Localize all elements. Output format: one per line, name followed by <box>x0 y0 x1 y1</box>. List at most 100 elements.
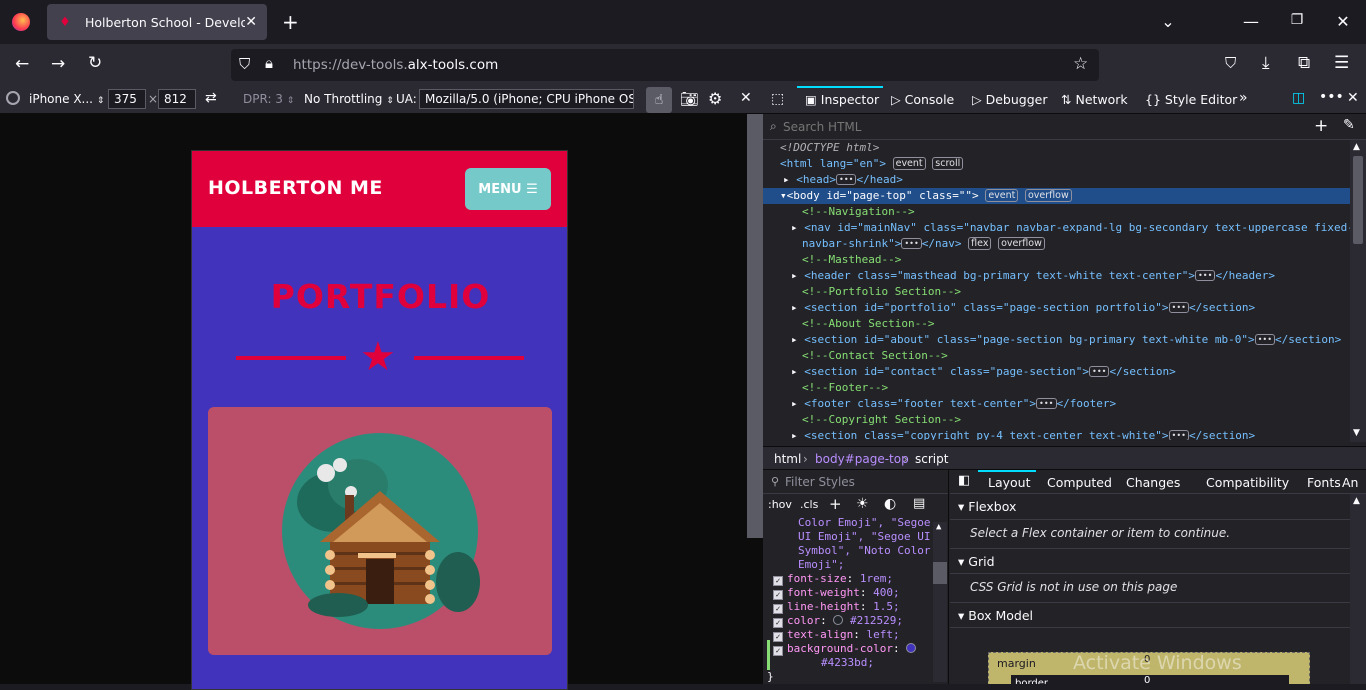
markup-node[interactable]: ▸ <header class="masthead bg-primary tex… <box>763 268 1350 284</box>
scroll-thumb[interactable] <box>1353 156 1363 244</box>
list-all-tabs-icon[interactable]: ⌄ <box>1158 12 1178 31</box>
breadcrumb-item[interactable]: html <box>774 452 801 466</box>
box-model-section-header[interactable]: ▾ Box Model <box>950 602 1350 628</box>
declaration-checkbox[interactable]: ✓ <box>773 576 783 586</box>
close-window-icon[interactable]: ✕ <box>1333 12 1353 31</box>
collapse-triangle-icon[interactable]: ▾ <box>780 189 787 202</box>
devtools-options-icon[interactable]: ••• <box>1319 89 1344 105</box>
scroll-down-icon[interactable]: ▼ <box>1353 428 1360 438</box>
declaration-text-align[interactable]: ✓ text-align: left; <box>773 628 900 642</box>
viewport-height-input[interactable]: 812 <box>158 89 196 109</box>
firefox-logo-icon[interactable] <box>12 13 30 31</box>
close-devtools-icon[interactable]: ✕ <box>1347 90 1359 106</box>
expand-triangle-icon[interactable]: ▸ <box>791 333 798 346</box>
portfolio-item[interactable] <box>208 407 552 655</box>
scroll-up-icon[interactable]: ▲ <box>936 522 941 532</box>
tab-computed[interactable]: Computed <box>1047 475 1112 490</box>
screenshot-icon[interactable]: 📷︎ <box>680 90 699 108</box>
downloads-icon[interactable]: ⤓ <box>1262 53 1270 73</box>
pocket-icon[interactable]: ⛉ <box>1225 54 1236 72</box>
browser-tab[interactable]: ♦ Holberton School - Developer t ✕ <box>47 4 267 40</box>
declaration-checkbox[interactable]: ✓ <box>773 632 783 642</box>
class-toggle-button[interactable]: .cls <box>800 498 818 511</box>
markup-node-wrap[interactable]: navbar-shrink"> ••• </nav> flex overflow <box>763 236 1350 252</box>
color-swatch-icon[interactable] <box>833 615 844 625</box>
user-agent-input[interactable]: Mozilla/5.0 (iPhone; CPU iPhone OS 12_ <box>419 89 634 109</box>
tab-style-editor[interactable]: {} Style Editor <box>1145 92 1237 107</box>
markup-node[interactable]: ▸ <section id="about" class="page-sectio… <box>763 332 1350 348</box>
markup-node[interactable]: ▸ <section id="portfolio" class="page-se… <box>763 300 1350 316</box>
color-swatch-icon[interactable] <box>906 643 917 653</box>
print-media-icon[interactable]: ▤ <box>913 496 925 511</box>
device-select[interactable]: iPhone X... ⇕ <box>29 92 104 106</box>
reload-icon[interactable]: ↻ <box>88 53 102 73</box>
markup-node[interactable]: <!DOCTYPE html> <box>763 140 1350 156</box>
url-bar[interactable]: ⛉ 🔒︎ https://dev-tools.alx-tools.com ☆ <box>231 49 1099 81</box>
touch-simulation-icon[interactable]: ☝ <box>646 87 672 113</box>
eyedropper-icon[interactable]: ✎ <box>1343 117 1355 133</box>
declaration-font-size[interactable]: ✓ font-size: 1rem; <box>773 572 893 586</box>
markup-node[interactable]: ▸ <section class="copyright py-4 text-ce… <box>763 428 1350 440</box>
tab-fonts[interactable]: Fonts <box>1307 475 1341 490</box>
menu-button[interactable]: MENU ☰ <box>465 168 551 210</box>
expand-triangle-icon[interactable]: ▸ <box>791 301 798 314</box>
markup-comment[interactable]: <!--Copyright Section--> <box>763 412 1350 428</box>
declaration-background-color[interactable]: ✓ background-color: <box>773 642 917 656</box>
tab-inspector[interactable]: ▣ Inspector <box>805 92 879 107</box>
declaration-checkbox[interactable]: ✓ <box>773 618 783 628</box>
light-theme-icon[interactable]: ☀ <box>856 496 869 512</box>
menu-hamburger-icon[interactable]: ☰ <box>1334 53 1349 73</box>
declaration-checkbox[interactable]: ✓ <box>773 590 783 600</box>
expand-triangle-icon[interactable]: ▸ <box>791 365 798 378</box>
add-node-icon[interactable]: + <box>1314 116 1328 136</box>
toggle-sidebar-icon[interactable]: ◧ <box>958 473 970 488</box>
flexbox-section-header[interactable]: ▾ Flexbox <box>950 494 1350 520</box>
markup-comment[interactable]: <!--Footer--> <box>763 380 1350 396</box>
search-html-input[interactable] <box>783 118 1283 136</box>
markup-comment[interactable]: <!--About Section--> <box>763 316 1350 332</box>
dock-side-icon[interactable]: ◫ <box>1292 90 1305 106</box>
declaration-font-weight[interactable]: ✓ font-weight: 400; <box>773 586 900 600</box>
viewport-width-input[interactable]: 375 <box>108 89 146 109</box>
markup-comment[interactable]: <!--Portfolio Section--> <box>763 284 1350 300</box>
tab-changes[interactable]: Changes <box>1126 475 1180 490</box>
close-rdm-icon[interactable]: ✕ <box>740 90 752 106</box>
markup-node[interactable]: ▸ <section id="contact" class="page-sect… <box>763 364 1350 380</box>
shield-icon[interactable]: ⛉ <box>239 55 250 73</box>
expand-triangle-icon[interactable]: ▸ <box>783 173 790 186</box>
declaration-color[interactable]: ✓ color: #212529; <box>773 614 903 628</box>
back-icon[interactable]: ← <box>15 54 29 74</box>
markup-node[interactable]: <html lang="en"> event scroll <box>763 156 1350 172</box>
markup-comment[interactable]: <!--Contact Section--> <box>763 348 1350 364</box>
markup-node[interactable]: ▸ <nav id="mainNav" class="navbar navbar… <box>763 220 1350 236</box>
tab-animations[interactable]: An <box>1342 475 1358 490</box>
minimize-icon[interactable]: — <box>1241 12 1261 31</box>
close-tab-icon[interactable]: ✕ <box>245 14 257 30</box>
border-top-value[interactable]: 0 <box>1144 675 1150 684</box>
site-brand[interactable]: HOLBERTON ME <box>208 177 383 199</box>
declaration-checkbox[interactable]: ✓ <box>773 604 783 614</box>
hover-state-button[interactable]: :hov <box>768 498 792 511</box>
scroll-up-icon[interactable]: ▲ <box>1353 142 1360 152</box>
forward-icon[interactable]: → <box>51 54 65 74</box>
layout-scrollbar[interactable]: ▲ <box>1350 494 1366 684</box>
markup-scrollbar[interactable]: ▲ ▼ <box>1350 140 1366 442</box>
declaration-checkbox[interactable]: ✓ <box>773 646 783 656</box>
tab-compatibility[interactable]: Compatibility <box>1206 475 1289 490</box>
extensions-icon[interactable]: ⧉ <box>1298 53 1310 73</box>
dark-theme-icon[interactable]: ◐ <box>884 496 896 512</box>
markup-node[interactable]: ▸ <footer class="footer text-center"> •••… <box>763 396 1350 412</box>
scroll-thumb[interactable] <box>933 562 947 584</box>
restore-icon[interactable]: ❐ <box>1287 12 1307 28</box>
expand-triangle-icon[interactable]: ▸ <box>791 221 798 234</box>
expand-triangle-icon[interactable]: ▸ <box>791 429 798 440</box>
tab-layout[interactable]: Layout <box>988 475 1031 490</box>
markup-comment[interactable]: <!--Navigation--> <box>763 204 1350 220</box>
element-picker-icon[interactable]: ⬚ <box>771 91 784 107</box>
new-tab-icon[interactable]: + <box>282 10 299 34</box>
rotate-viewport-icon[interactable]: ⇄ <box>205 90 217 106</box>
expand-triangle-icon[interactable]: ▸ <box>791 269 798 282</box>
more-tabs-icon[interactable]: » <box>1239 90 1248 106</box>
rules-scroll-thumb[interactable]: ▲ <box>933 522 947 682</box>
rdm-gear-icon[interactable]: ⚙ <box>708 89 722 108</box>
